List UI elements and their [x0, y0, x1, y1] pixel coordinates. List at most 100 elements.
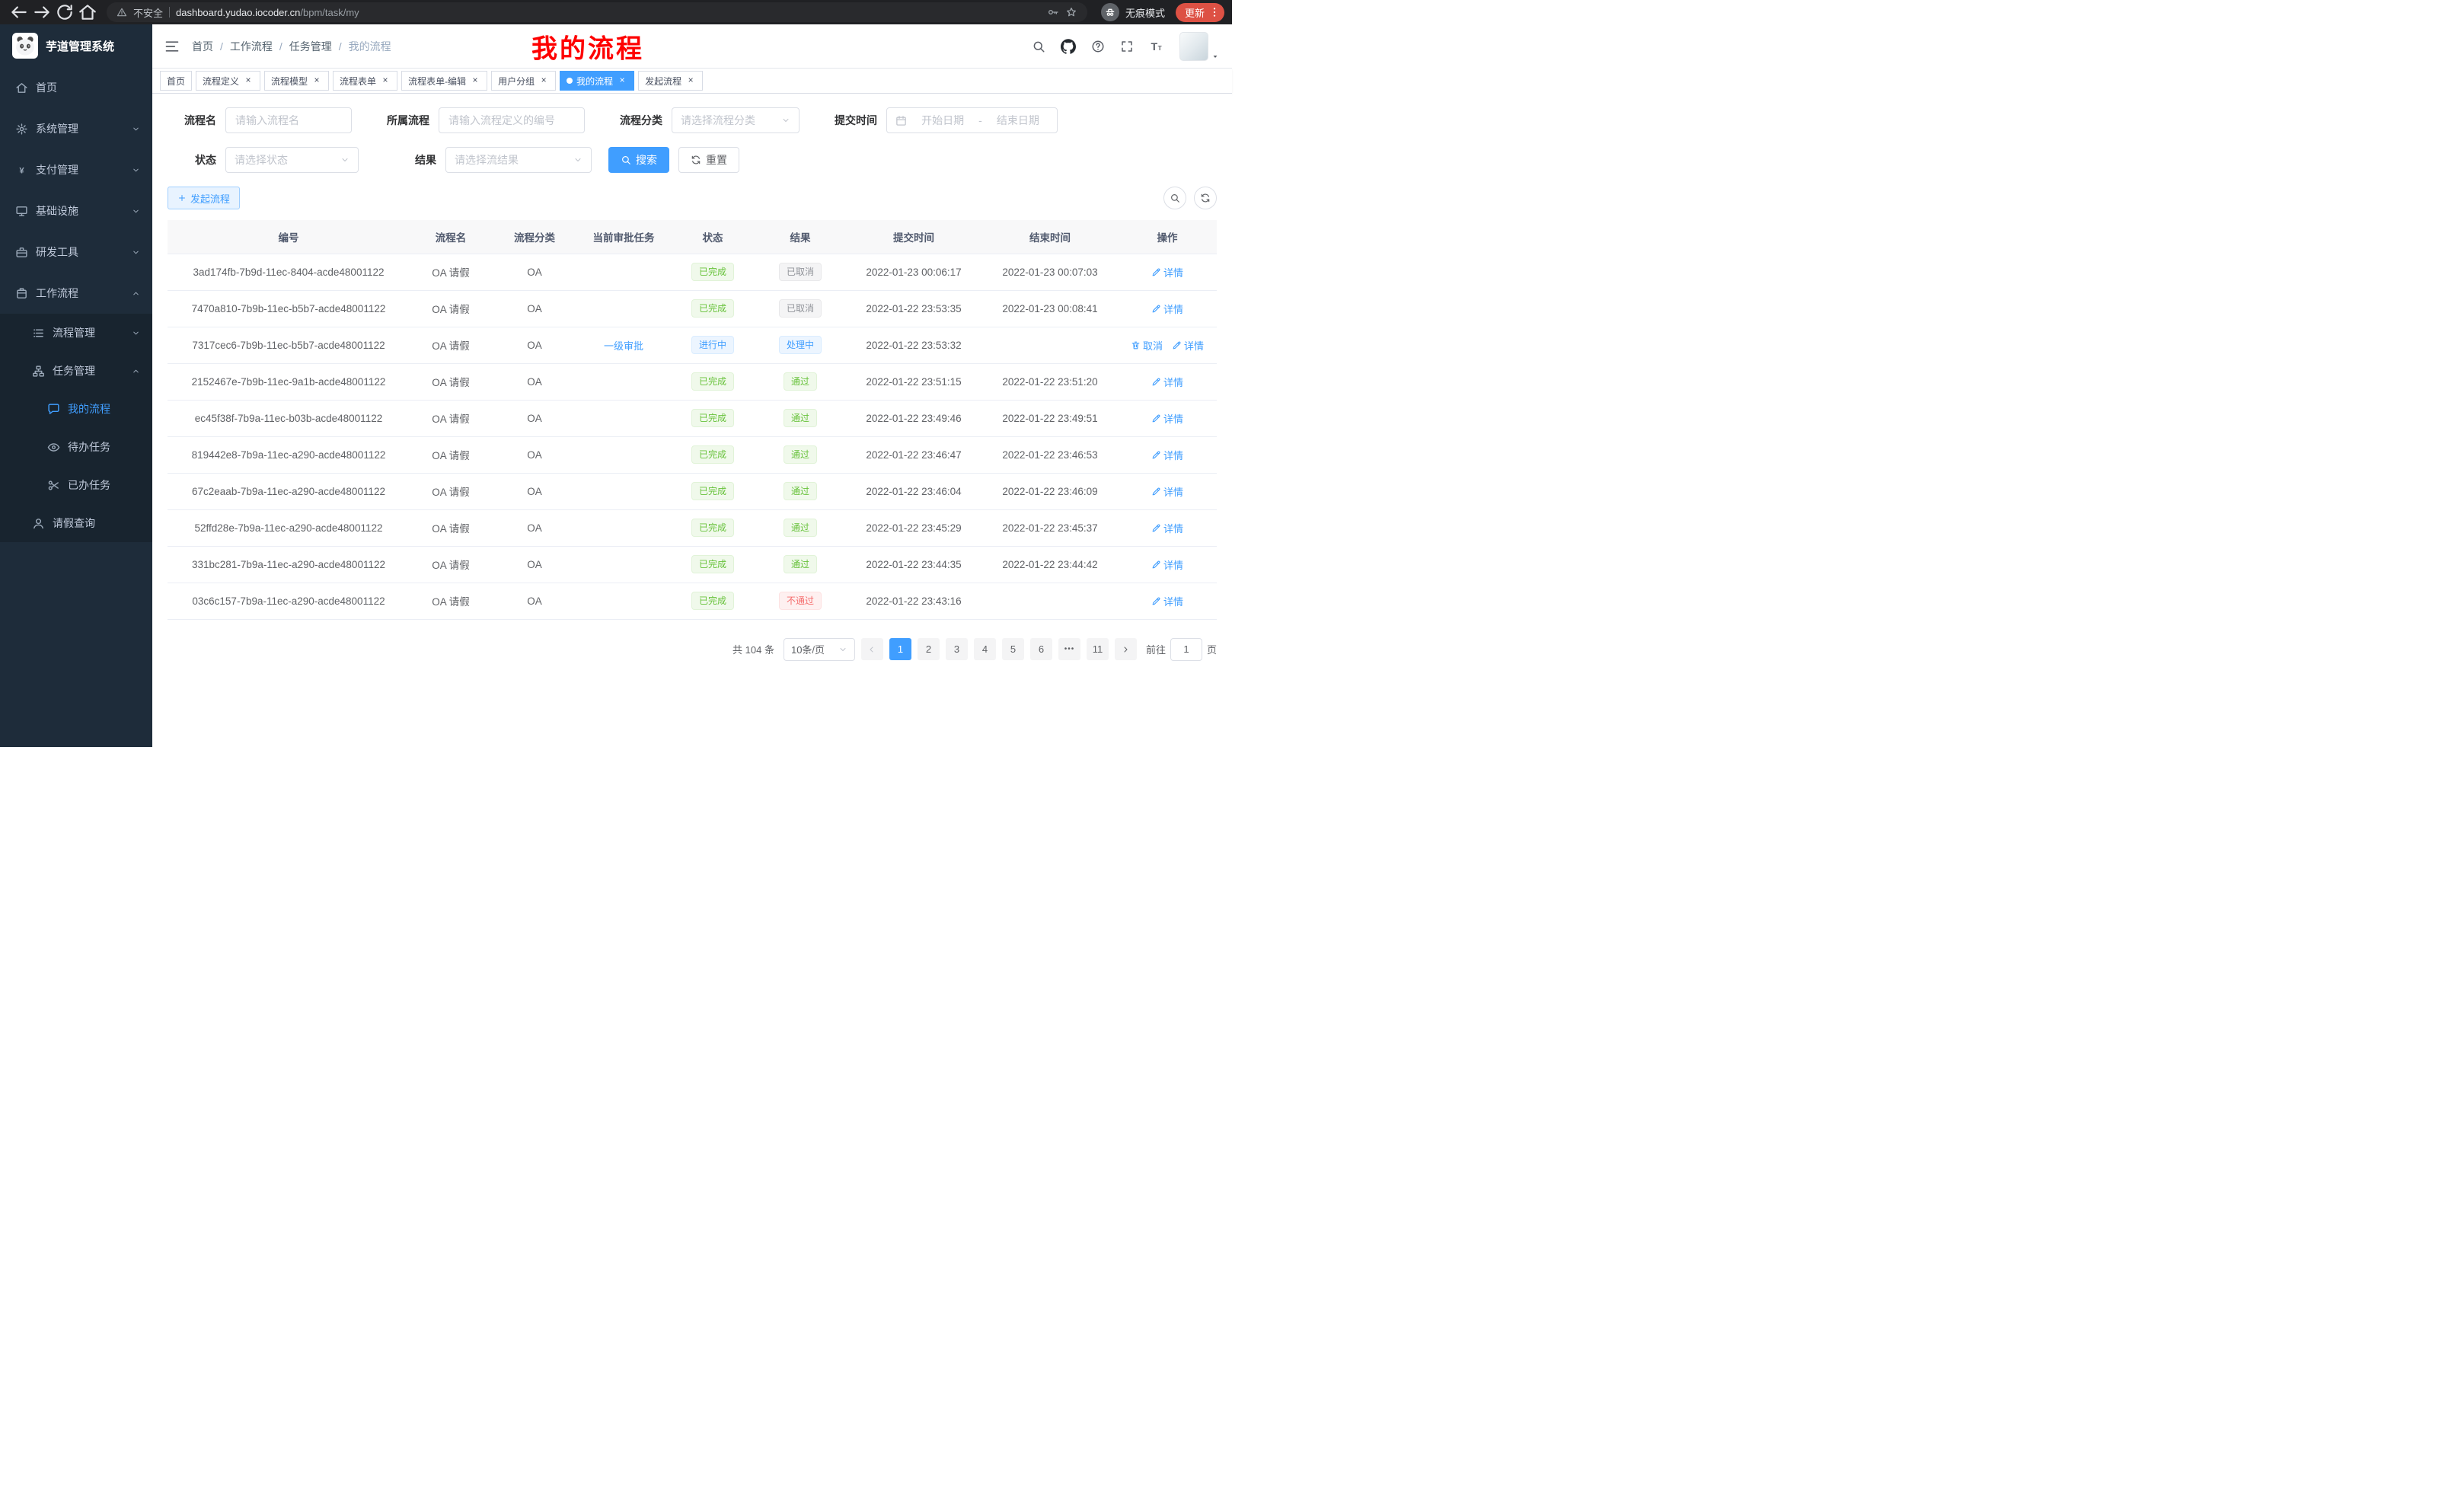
tab-7[interactable]: 发起流程×: [638, 71, 703, 91]
detail-link[interactable]: 详情: [1151, 484, 1183, 499]
process-name-input[interactable]: [225, 107, 352, 133]
tab-3[interactable]: 流程表单×: [333, 71, 397, 91]
process-id: 3ad174fb-7b9d-11ec-8404-acde48001122: [168, 254, 410, 290]
page-button-5[interactable]: 5: [1002, 638, 1024, 660]
bookmark-star-icon[interactable]: [1065, 6, 1077, 18]
process-name: OA 请假: [410, 363, 492, 400]
page-button-2[interactable]: 2: [918, 638, 940, 660]
help-icon[interactable]: [1091, 40, 1105, 53]
sidebar-toggle-icon[interactable]: [164, 39, 180, 54]
page-content: 流程名 所属流程 流程分类 请选择流程分类 提交时间: [152, 94, 1232, 747]
omnibox-divider: [169, 7, 170, 18]
detail-link[interactable]: 详情: [1151, 302, 1183, 316]
page-button-11[interactable]: 11: [1087, 638, 1109, 660]
start-process-button[interactable]: 发起流程: [168, 187, 240, 209]
breadcrumb-item-0[interactable]: 首页: [192, 39, 213, 54]
sidebar-item-my-process[interactable]: 我的流程: [0, 390, 152, 428]
detail-link[interactable]: 详情: [1172, 338, 1204, 353]
fullscreen-icon[interactable]: [1120, 40, 1134, 53]
submit-time-range[interactable]: 开始日期 - 结束日期: [886, 107, 1058, 133]
page-size-select[interactable]: 10条/页: [784, 638, 855, 661]
sidebar-item-task-manage[interactable]: 任务管理: [0, 352, 152, 390]
detail-link[interactable]: 详情: [1151, 521, 1183, 535]
next-page-button[interactable]: [1115, 638, 1137, 660]
update-button[interactable]: 更新: [1176, 3, 1224, 22]
tab-close-icon[interactable]: ×: [685, 75, 696, 86]
detail-link[interactable]: 详情: [1151, 594, 1183, 608]
cancel-link[interactable]: 取消: [1131, 338, 1163, 353]
sidebar-item-system[interactable]: 系统管理: [0, 108, 152, 149]
detail-link[interactable]: 详情: [1151, 448, 1183, 462]
detail-link[interactable]: 详情: [1151, 265, 1183, 279]
breadcrumb-item-2[interactable]: 任务管理: [289, 39, 332, 54]
user-avatar[interactable]: [1179, 32, 1220, 61]
current-task-link[interactable]: 一级审批: [604, 338, 643, 353]
tab-4[interactable]: 流程表单-编辑×: [401, 71, 487, 91]
search-button-label: 搜索: [636, 152, 657, 168]
tab-close-icon[interactable]: ×: [243, 75, 254, 86]
sidebar-item-workflow[interactable]: 工作流程: [0, 273, 152, 314]
status-tag: 已完成: [691, 299, 734, 318]
page-button-4[interactable]: 4: [974, 638, 996, 660]
goto-page: 前往 页: [1146, 638, 1217, 661]
detail-link[interactable]: 详情: [1151, 375, 1183, 389]
filter-category: 流程分类 请选择流程分类: [602, 107, 800, 133]
tab-close-icon[interactable]: ×: [380, 75, 391, 86]
browser-reload-icon[interactable]: [55, 2, 75, 22]
result-tag: 不通过: [779, 592, 822, 610]
prev-page-button[interactable]: [861, 638, 883, 660]
page-button-3[interactable]: 3: [946, 638, 968, 660]
tab-close-icon[interactable]: ×: [617, 75, 627, 86]
reset-button[interactable]: 重置: [678, 147, 739, 173]
pager-more-button[interactable]: •••: [1058, 638, 1080, 660]
table-header: 编号流程名流程分类当前审批任务状态结果提交时间结束时间操作: [168, 220, 1217, 254]
status-select[interactable]: 请选择状态: [225, 147, 359, 173]
browser-menu-icon[interactable]: [1208, 6, 1221, 18]
tab-0[interactable]: 首页: [160, 71, 192, 91]
toggle-search-button[interactable]: [1163, 187, 1186, 209]
tab-1[interactable]: 流程定义×: [196, 71, 260, 91]
address-bar[interactable]: 不安全 dashboard.yudao.iocoder.cn/bpm/task/…: [107, 2, 1087, 22]
submit-time: 2022-01-22 23:43:16: [845, 583, 982, 619]
search-icon[interactable]: [1032, 40, 1045, 53]
browser-forward-icon[interactable]: [32, 2, 52, 22]
sidebar-item-done-task[interactable]: 已办任务: [0, 466, 152, 504]
tab-close-icon[interactable]: ×: [538, 75, 549, 86]
search-button[interactable]: 搜索: [608, 147, 669, 173]
sidebar-item-infrastructure[interactable]: 基础设施: [0, 190, 152, 231]
page-button-6[interactable]: 6: [1030, 638, 1052, 660]
tab-6[interactable]: 我的流程×: [560, 71, 634, 91]
breadcrumb-item-1[interactable]: 工作流程: [230, 39, 273, 54]
sidebar-item-leave-query[interactable]: 请假查询: [0, 504, 152, 542]
tab-5[interactable]: 用户分组×: [491, 71, 556, 91]
result-select[interactable]: 请选择流结果: [445, 147, 592, 173]
browser-home-icon[interactable]: [78, 2, 97, 22]
sidebar-item-payment[interactable]: ¥支付管理: [0, 149, 152, 190]
current-task-cell: [577, 509, 670, 546]
github-icon[interactable]: [1061, 39, 1076, 54]
category-select[interactable]: 请选择流程分类: [672, 107, 800, 133]
menu-item-label: 首页: [36, 80, 57, 95]
sidebar-item-devtools[interactable]: 研发工具: [0, 231, 152, 273]
process-name: OA 请假: [410, 473, 492, 509]
page-button-1[interactable]: 1: [889, 638, 911, 660]
goto-page-input[interactable]: [1170, 638, 1202, 661]
table-row: 2152467e-7b9b-11ec-9a1b-acde48001122OA 请…: [168, 363, 1217, 400]
end-time: [982, 327, 1118, 363]
refresh-table-button[interactable]: [1194, 187, 1217, 209]
detail-link[interactable]: 详情: [1151, 411, 1183, 426]
font-size-icon[interactable]: TT: [1149, 39, 1164, 54]
submit-time: 2022-01-22 23:46:47: [845, 436, 982, 473]
process-def-input[interactable]: [439, 107, 585, 133]
tab-2[interactable]: 流程模型×: [264, 71, 329, 91]
sidebar-item-home[interactable]: 首页: [0, 67, 152, 108]
current-task-cell: [577, 400, 670, 436]
browser-back-icon[interactable]: [9, 2, 29, 22]
tab-close-icon[interactable]: ×: [470, 75, 480, 86]
detail-link[interactable]: 详情: [1151, 557, 1183, 572]
tab-close-icon[interactable]: ×: [311, 75, 322, 86]
end-time: 2022-01-22 23:51:20: [982, 363, 1118, 400]
password-key-icon[interactable]: [1047, 6, 1059, 18]
sidebar-item-todo-task[interactable]: 待办任务: [0, 428, 152, 466]
sidebar-item-process-manage[interactable]: 流程管理: [0, 314, 152, 352]
